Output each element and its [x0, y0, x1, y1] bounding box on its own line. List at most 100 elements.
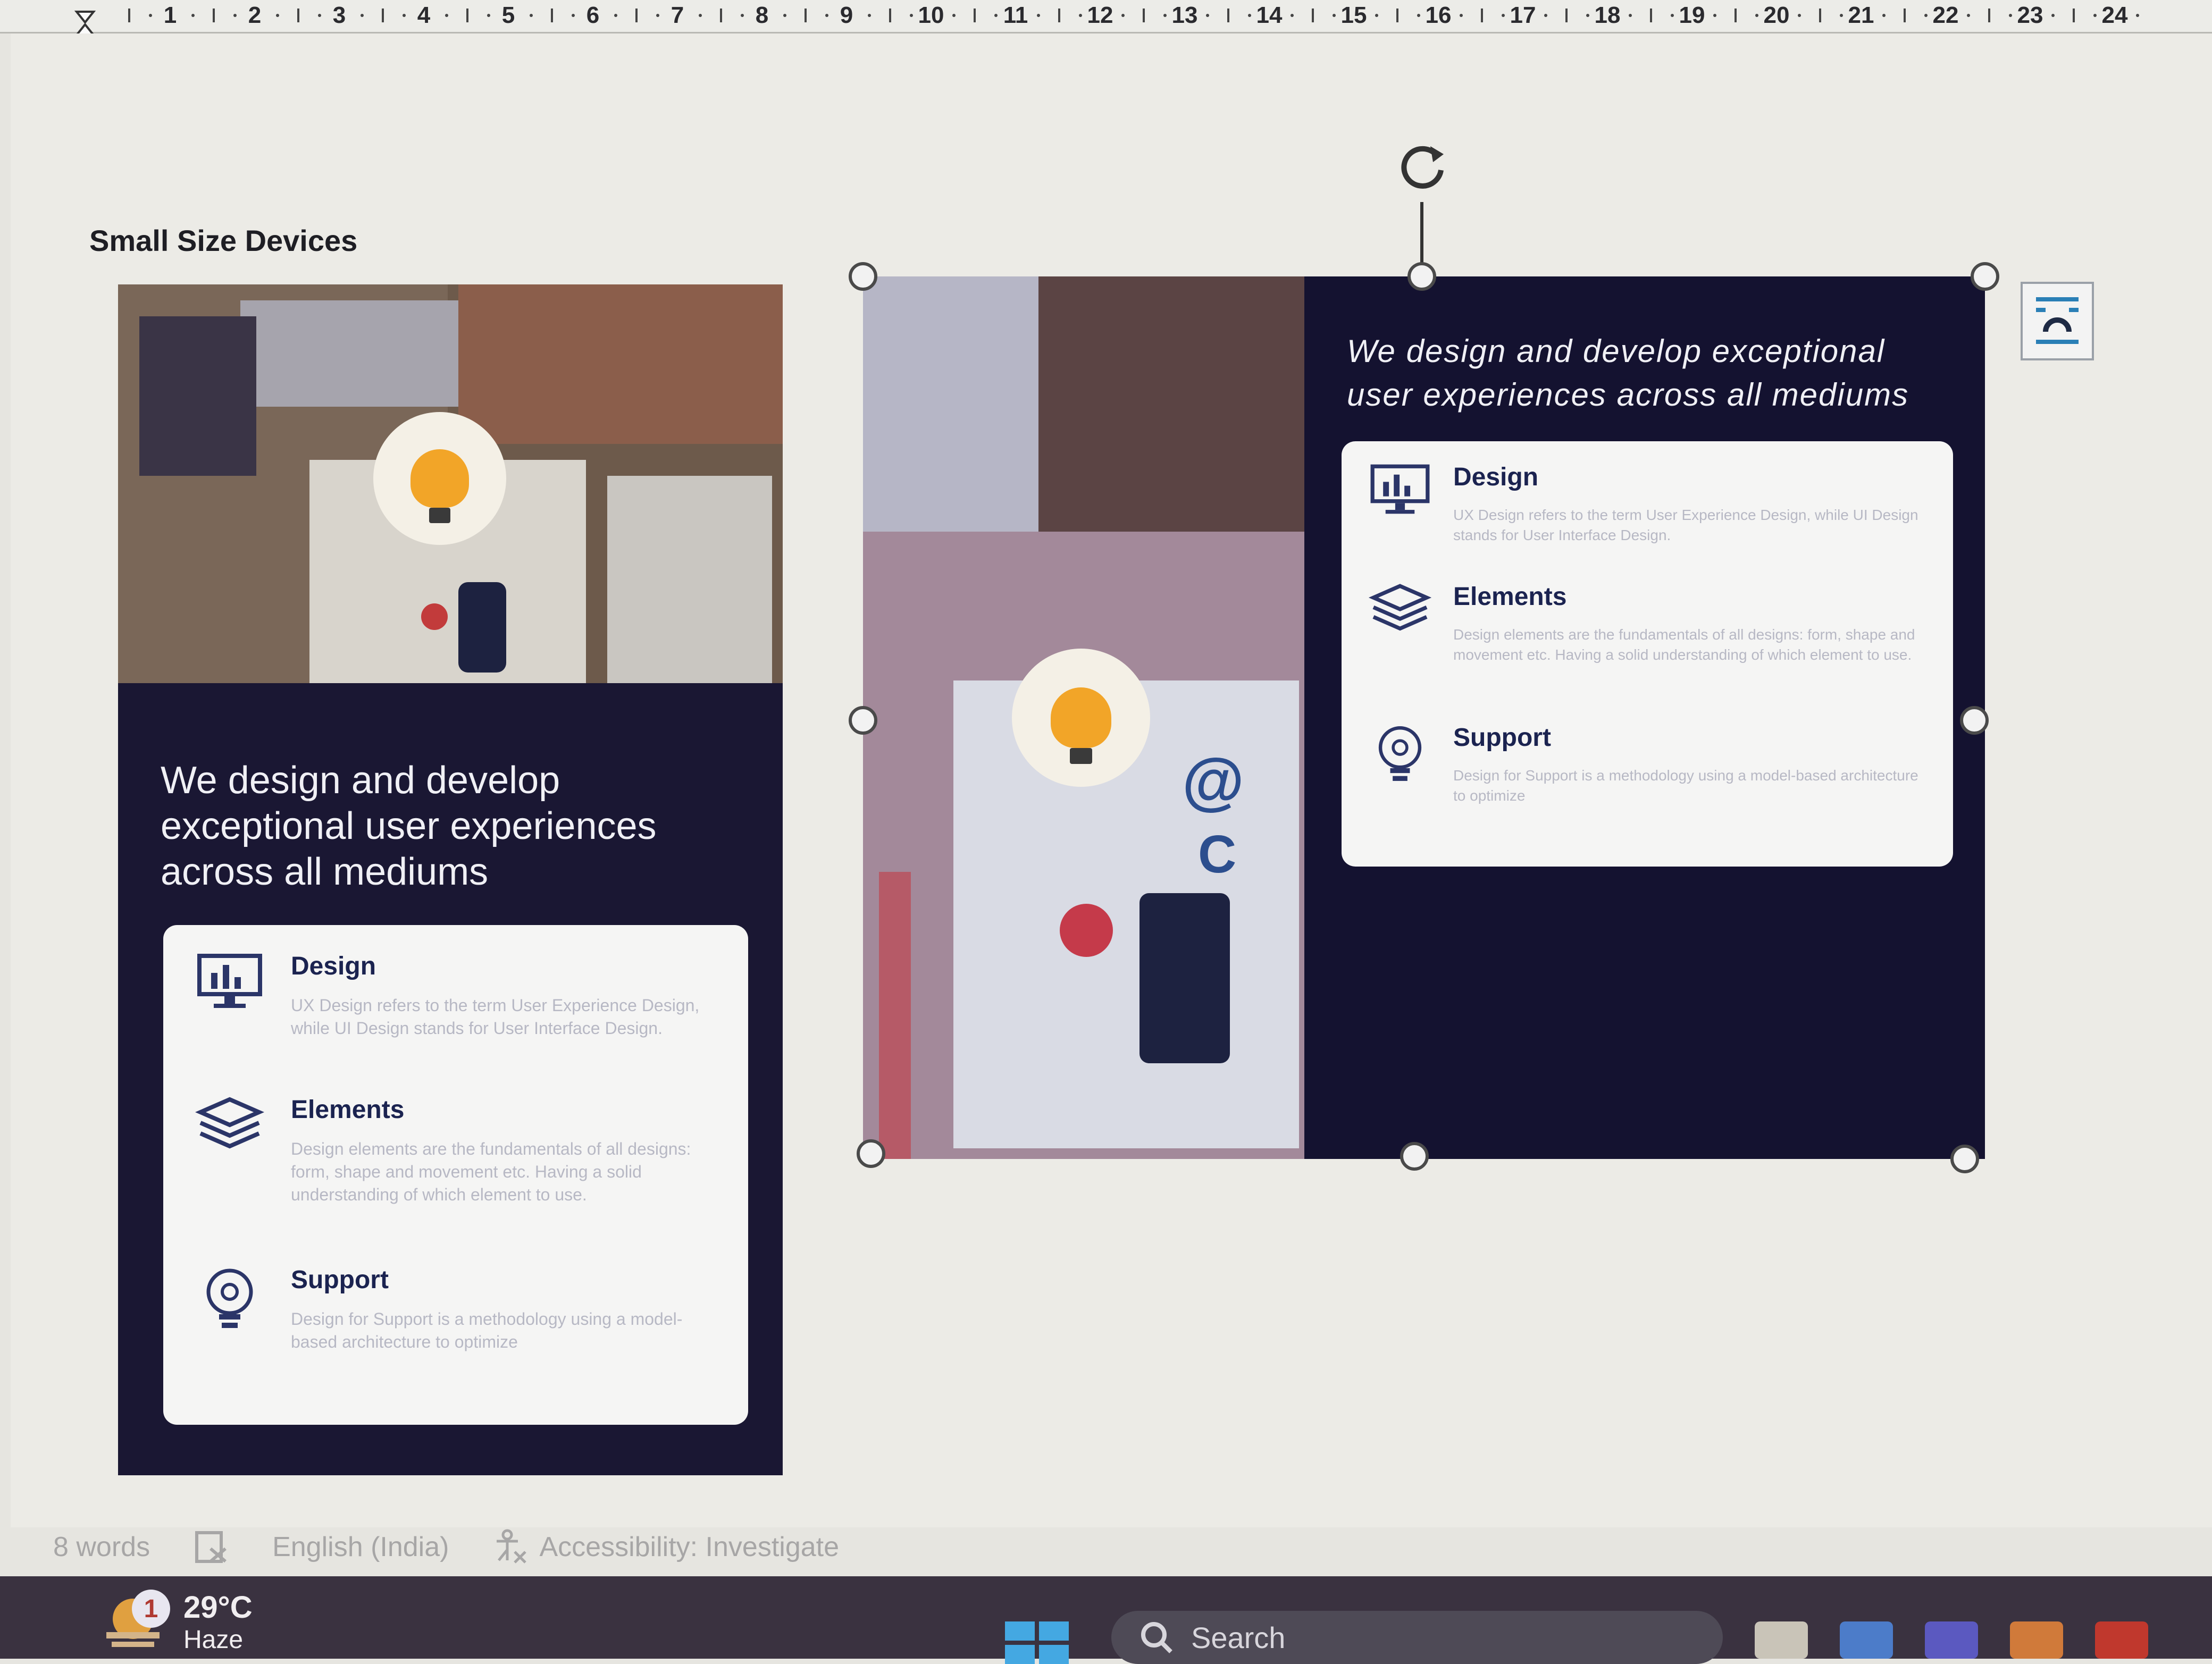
resize-handle-top[interactable] — [1407, 262, 1436, 291]
start-button[interactable] — [1005, 1621, 1069, 1664]
ruler-tick — [487, 14, 491, 17]
ruler-mark: 11 — [1003, 2, 1028, 28]
monitor-chart-icon — [1370, 464, 1430, 514]
ruler-tick — [2051, 14, 2055, 17]
ruler-tick — [1079, 14, 1083, 17]
resize-handle-left[interactable] — [849, 706, 877, 735]
ruler-tick — [2072, 9, 2075, 22]
word-count[interactable]: 8 words — [53, 1531, 150, 1563]
card-heading: We design and develop exceptional user e… — [1347, 333, 1909, 413]
feature-description: Design elements are the fundamentals of … — [1453, 626, 1915, 663]
ruler-tick — [1755, 14, 1759, 17]
ruler-tick — [1375, 14, 1378, 17]
ruler-mark: 15 — [1340, 2, 1367, 28]
ruler-tick — [297, 9, 299, 22]
layers-icon — [195, 1097, 264, 1149]
card-small-layout[interactable]: We design and develop exceptional user e… — [118, 284, 783, 1475]
ruler-mark: 2 — [248, 2, 262, 28]
ruler-mark: 4 — [417, 2, 431, 28]
ruler-mark: 6 — [586, 2, 600, 28]
ruler-tick — [804, 9, 807, 22]
status-bar: 8 words English (India) Accessibility: I… — [53, 1518, 2212, 1576]
ruler-tick — [1480, 9, 1483, 22]
ruler-tick — [403, 14, 406, 17]
weather-temperature: 29°C — [183, 1590, 253, 1625]
ruler-tick — [529, 14, 533, 17]
ruler-mark: 23 — [2017, 2, 2043, 28]
ruler-tick — [191, 14, 195, 17]
feature-title: Design — [1453, 463, 1539, 491]
ruler-mark: 1 — [163, 2, 177, 28]
taskbar-app-icon[interactable] — [1840, 1621, 1893, 1659]
ruler-mark: 18 — [1594, 2, 1621, 28]
ruler-tick — [1544, 14, 1547, 17]
monitor-chart-icon — [197, 954, 262, 1008]
ruler-tick — [1819, 9, 1821, 22]
layout-options-button[interactable] — [2021, 282, 2094, 360]
ruler-tick — [2093, 14, 2097, 17]
proofing-status[interactable] — [192, 1528, 230, 1566]
taskbar-app-icon[interactable] — [2095, 1621, 2148, 1659]
ruler-tick — [1734, 9, 1737, 22]
accessibility-status[interactable]: Accessibility: Investigate — [491, 1528, 839, 1566]
feature-description: Design for Support is a methodology usin… — [291, 1309, 683, 1352]
ruler-tick — [1142, 9, 1145, 22]
ruler-mark: 12 — [1087, 2, 1113, 28]
ruler-tick — [360, 14, 364, 17]
ruler-tick — [973, 9, 976, 22]
weather-condition: Haze — [183, 1626, 244, 1654]
ruler-tick — [2009, 14, 2013, 17]
ruler-tick — [1290, 14, 1294, 17]
ruler-tick — [128, 9, 130, 22]
ruler-tick — [550, 9, 553, 22]
ruler-tick — [1797, 14, 1801, 17]
card-large-layout-selected-image[interactable]: @ C We design and develop exceptional us… — [863, 276, 1985, 1159]
ruler-mark: 17 — [1510, 2, 1536, 28]
ruler-mark: 16 — [1425, 2, 1452, 28]
resize-handle-top-left[interactable] — [849, 262, 877, 291]
feature-description: UX Design refers to the term User Experi… — [291, 996, 700, 1038]
ruler-tick — [910, 14, 914, 17]
resize-handle-right[interactable] — [1960, 706, 1989, 735]
taskbar-app-icon[interactable] — [1925, 1621, 1978, 1659]
proofing-icon — [195, 1531, 227, 1563]
wrap-text-icon — [2036, 297, 2079, 344]
ruler-tick — [1671, 14, 1674, 17]
ruler-tick — [1396, 9, 1398, 22]
feature-title: Elements — [291, 1096, 405, 1124]
accessibility-label: Accessibility: Investigate — [539, 1532, 840, 1562]
ruler-mark: 22 — [1932, 2, 1959, 28]
ruler-mark: 9 — [840, 2, 853, 28]
taskbar-search[interactable]: Search — [1111, 1611, 1723, 1664]
ruler-tick — [1333, 14, 1336, 17]
ruler-tick — [275, 14, 279, 17]
ruler-mark: 10 — [918, 2, 944, 28]
ruler-tick — [1036, 14, 1040, 17]
taskbar-app-icon[interactable] — [2010, 1621, 2063, 1659]
feature-title: Support — [291, 1266, 389, 1294]
feature-panel: Design UX Design refers to the term User… — [1342, 441, 1953, 867]
ruler-mark: 5 — [501, 2, 515, 28]
resize-handle-bottom-right[interactable] — [1950, 1145, 1979, 1173]
ruler-mark: 20 — [1763, 2, 1790, 28]
windows-logo-icon — [1005, 1621, 1035, 1641]
ruler-tick — [656, 14, 660, 17]
ruler-tick — [1628, 14, 1632, 17]
resize-handle-bottom-left[interactable] — [857, 1139, 885, 1168]
lightbulb-badge-icon — [1012, 649, 1150, 787]
ruler-tick — [466, 9, 468, 22]
ruler-tick — [233, 14, 237, 17]
ruler-tick — [149, 14, 153, 17]
resize-handle-top-right[interactable] — [1971, 262, 1999, 291]
ruler-tick — [1586, 14, 1590, 17]
taskbar-app-icon[interactable] — [1755, 1621, 1808, 1659]
rotate-handle-icon[interactable] — [1393, 138, 1452, 197]
ruler-tick — [1649, 9, 1652, 22]
language-status[interactable]: English (India) — [272, 1531, 449, 1563]
ruler-tick — [698, 14, 702, 17]
notification-badge: 1 — [132, 1590, 170, 1628]
lightbulb-badge-icon — [373, 412, 506, 545]
horizontal-ruler[interactable]: 1 2 3 4 5 6 7 8 9 10 11 12 13 14 15 16 17 18 19 20 21 22 23 24 — [0, 0, 2212, 53]
lightbulb-gear-icon — [1378, 726, 1422, 781]
resize-handle-bottom[interactable] — [1400, 1142, 1429, 1171]
